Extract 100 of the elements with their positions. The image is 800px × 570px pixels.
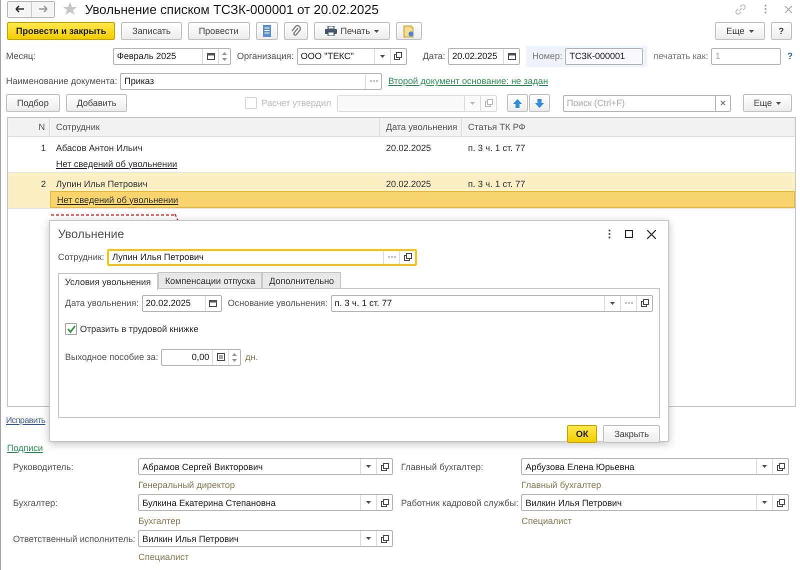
- work-book-checkbox[interactable]: [65, 323, 77, 335]
- post-and-close-button[interactable]: Провести и закрыть: [7, 22, 116, 40]
- caret-icon: [380, 54, 385, 58]
- number-field: ТСЗК-000001: [565, 48, 644, 64]
- dialog-title: Увольнение: [58, 227, 124, 241]
- signer-field[interactable]: Вилкин Илья Петрович: [521, 494, 789, 511]
- column-header[interactable]: Статья ТК РФ: [462, 118, 795, 136]
- signature-label: Бухгалтер:: [13, 498, 59, 508]
- table-row[interactable]: 2 Лупин Илья Петрович 20.02.2025 п. 3 ч. 1 ст. 77 Нет сведений об увольнении: [8, 173, 795, 209]
- signer-field[interactable]: Вилкин Илья Петрович: [138, 530, 393, 547]
- document-name-label: Наименование документа:: [6, 76, 118, 86]
- dialog-tab[interactable]: Условия увольнения: [58, 273, 158, 290]
- open-icon: [776, 462, 784, 470]
- table-more-button[interactable]: Еще: [742, 94, 792, 112]
- dismissal-date-label: Дата увольнения:: [65, 298, 139, 308]
- calculator-icon: [216, 353, 225, 361]
- open-icon: [380, 534, 388, 542]
- maximize-icon[interactable]: [625, 230, 633, 238]
- open-icon: [484, 99, 493, 107]
- signatures-link[interactable]: Подписи: [7, 443, 43, 453]
- open-icon: [394, 52, 402, 60]
- report-button[interactable]: [396, 22, 422, 40]
- paperclip-icon: [290, 25, 301, 37]
- kebab-menu-icon[interactable]: [608, 229, 611, 239]
- basis-field[interactable]: п. 3 ч. 1 ст. 77: [330, 294, 653, 312]
- employee-label: Сотрудник:: [58, 252, 104, 262]
- print-button[interactable]: Печать: [314, 22, 390, 40]
- signer-position: Генеральный директор: [138, 480, 236, 490]
- help-button[interactable]: ?: [770, 22, 792, 40]
- signer-position: Специалист: [521, 516, 573, 526]
- signer-position: Специалист: [138, 552, 190, 562]
- organization-field[interactable]: ООО "ТЕКС": [296, 48, 407, 64]
- toolbar-button[interactable]: Записать: [121, 22, 182, 40]
- table-toolbar-button[interactable]: Добавить: [66, 94, 128, 112]
- arrow-up-icon: [513, 98, 522, 108]
- document-name-field[interactable]: Приказ: [120, 72, 382, 90]
- column-header[interactable]: Дата увольнения: [380, 118, 462, 136]
- close-icon[interactable]: [647, 230, 656, 238]
- caret-icon: [610, 302, 615, 304]
- open-icon: [404, 253, 412, 261]
- print-as-field[interactable]: 1: [711, 48, 782, 64]
- signer-field[interactable]: Арбузова Елена Юрьевна: [521, 458, 789, 475]
- table-cell-text: Лупин Илья Петрович: [55, 179, 148, 189]
- move-up-button[interactable]: [507, 94, 528, 112]
- star-icon[interactable]: [63, 2, 77, 16]
- back-button[interactable]: [8, 2, 31, 16]
- dismissal-info-link[interactable]: Нет сведений об увольнении: [51, 194, 178, 204]
- caret-icon: [366, 465, 371, 468]
- help-link[interactable]: ?: [787, 51, 793, 61]
- signature-label: Работник кадровой службы:: [401, 498, 518, 508]
- arrow-right-icon: [38, 5, 48, 13]
- severance-unit: дн.: [245, 352, 258, 362]
- dialog-tab[interactable]: Дополнительно: [262, 272, 342, 288]
- link-icon[interactable]: [735, 4, 746, 14]
- search-field[interactable]: Поиск (Ctrl+F): [562, 94, 715, 112]
- document-list-button[interactable]: [256, 22, 278, 40]
- move-down-button[interactable]: [529, 94, 550, 112]
- attachment-button[interactable]: [284, 22, 308, 40]
- basis-document-link[interactable]: Второй документ основание: не задан: [388, 76, 548, 86]
- toolbar-button[interactable]: Провести: [188, 22, 250, 40]
- severance-field[interactable]: 0,00: [161, 348, 242, 366]
- signer-field[interactable]: Абрамов Сергей Викторович: [138, 458, 393, 475]
- arrow-down-icon: [535, 98, 544, 108]
- clear-button[interactable]: [714, 94, 731, 112]
- fix-link[interactable]: Исправить: [6, 415, 46, 425]
- signature-label: Главный бухгалтер:: [401, 462, 484, 472]
- dialog-tab[interactable]: Компенсации отпуска: [158, 272, 262, 288]
- column-header[interactable]: Сотрудник: [50, 118, 380, 136]
- close-button[interactable]: Закрыть: [603, 425, 660, 443]
- caret-icon: [366, 501, 371, 504]
- number-label: Номер:: [532, 51, 562, 61]
- approved-label: Расчет утвердил: [261, 98, 332, 108]
- table-cell-text: 20.02.2025: [385, 143, 432, 153]
- checkmark-icon: [66, 325, 76, 333]
- signer-field[interactable]: Булкина Екатерина Степановна: [138, 494, 393, 511]
- window-title: Увольнение списком ТСЗК-000001 от 20.02.2025: [85, 2, 379, 16]
- dismissal-date-field[interactable]: 20.02.2025: [142, 294, 222, 312]
- month-field[interactable]: Февраль 2025: [113, 48, 231, 64]
- table-cell-text: 2: [40, 179, 47, 189]
- employee-field[interactable]: Лупин Илья Петрович: [107, 248, 418, 266]
- open-icon: [776, 498, 784, 506]
- caret-icon: [748, 30, 754, 32]
- caret-icon: [776, 102, 781, 104]
- month-label: Месяц:: [6, 51, 37, 61]
- more-button[interactable]: Еще: [715, 22, 764, 40]
- ok-button[interactable]: ОК: [566, 425, 598, 443]
- printer-icon: [324, 26, 337, 36]
- signer-position: Главный бухгалтер: [521, 480, 602, 490]
- basis-label: Основание увольнения:: [228, 298, 328, 308]
- table-toolbar-button[interactable]: Подбор: [6, 94, 60, 112]
- work-book-label: Отразить в трудовой книжке: [80, 324, 198, 334]
- column-header[interactable]: N: [8, 118, 50, 136]
- calendar-icon: [209, 300, 218, 306]
- open-icon: [380, 462, 388, 470]
- table-cell-text: 20.02.2025: [385, 179, 432, 189]
- dismissal-info-link[interactable]: Нет сведений об увольнении: [50, 158, 178, 168]
- organization-label: Организация:: [237, 51, 294, 61]
- report-icon: [403, 24, 416, 38]
- date-field[interactable]: 20.02.2025: [448, 48, 520, 64]
- signature-label: Руководитель:: [13, 462, 74, 472]
